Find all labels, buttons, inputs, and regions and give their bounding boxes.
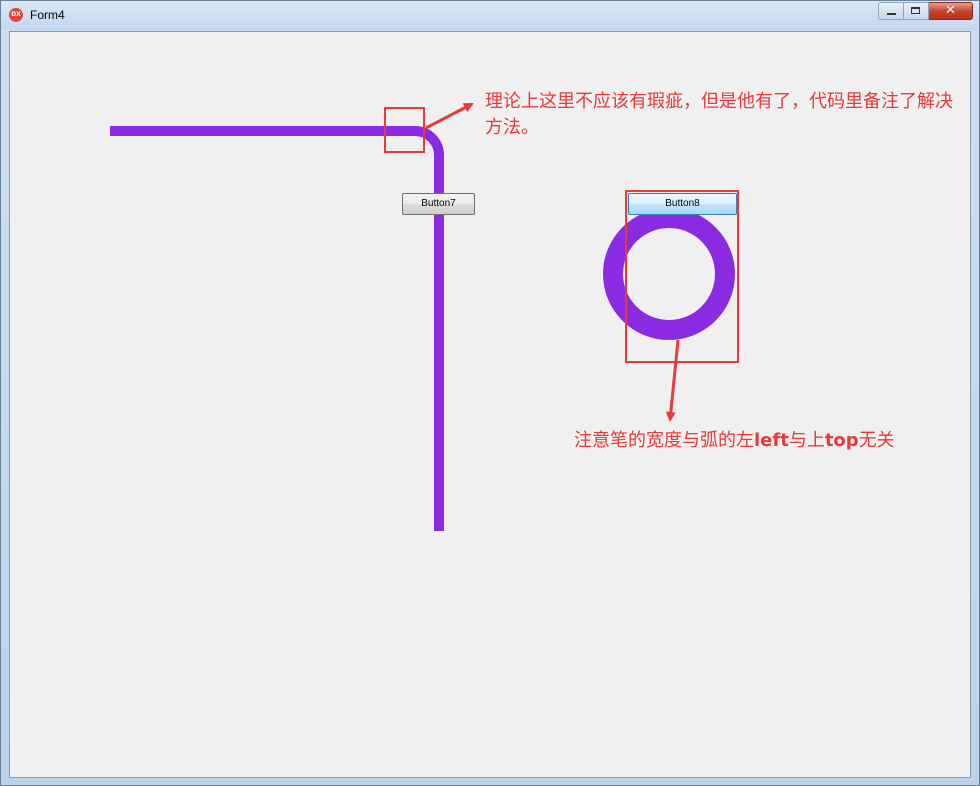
close-button[interactable]: ✕ xyxy=(929,2,973,20)
form-client-area: Button7 Button8 理论上这里不应该有瑕疵，但是他有了，代码里备注了… xyxy=(9,31,971,778)
drawn-corner-line xyxy=(110,126,444,531)
arrow-to-note1 xyxy=(425,102,474,130)
minimize-button[interactable] xyxy=(878,2,904,20)
annotation-pen-width-text-1: 注意笔的宽度与弧的左 xyxy=(574,430,754,451)
annotation-top-keyword: top xyxy=(824,430,859,451)
annotation-pen-width-text-3: 无关 xyxy=(858,430,895,451)
window-title: Form4 xyxy=(30,8,65,22)
button8[interactable]: Button8 xyxy=(628,193,737,215)
maximize-button[interactable] xyxy=(904,2,929,20)
title-bar[interactable]: DX Form4 ✕ xyxy=(1,1,979,30)
annotation-flaw-note: 理论上这里不应该有瑕疵，但是他有了，代码里备注了解决方法。 xyxy=(485,91,953,138)
close-icon: ✕ xyxy=(945,3,956,18)
annotation-left-keyword: left xyxy=(754,430,789,451)
app-icon[interactable]: DX xyxy=(9,8,23,22)
minimize-icon xyxy=(887,13,896,15)
annotation-pen-width-note: 注意笔的宽度与弧的左left与上top无关 xyxy=(574,428,895,454)
annotation-pen-width-text-2: 与上 xyxy=(788,430,825,451)
maximize-icon xyxy=(911,7,920,14)
button7[interactable]: Button7 xyxy=(402,193,475,215)
caption-buttons: ✕ xyxy=(878,2,973,21)
form-window: DX Form4 ✕ Button7 Button8 理论上这里不应该有瑕疵，但… xyxy=(0,0,980,786)
arrow-to-note2 xyxy=(665,339,680,422)
drawn-ring xyxy=(603,208,735,340)
drawing-canvas xyxy=(110,102,739,531)
